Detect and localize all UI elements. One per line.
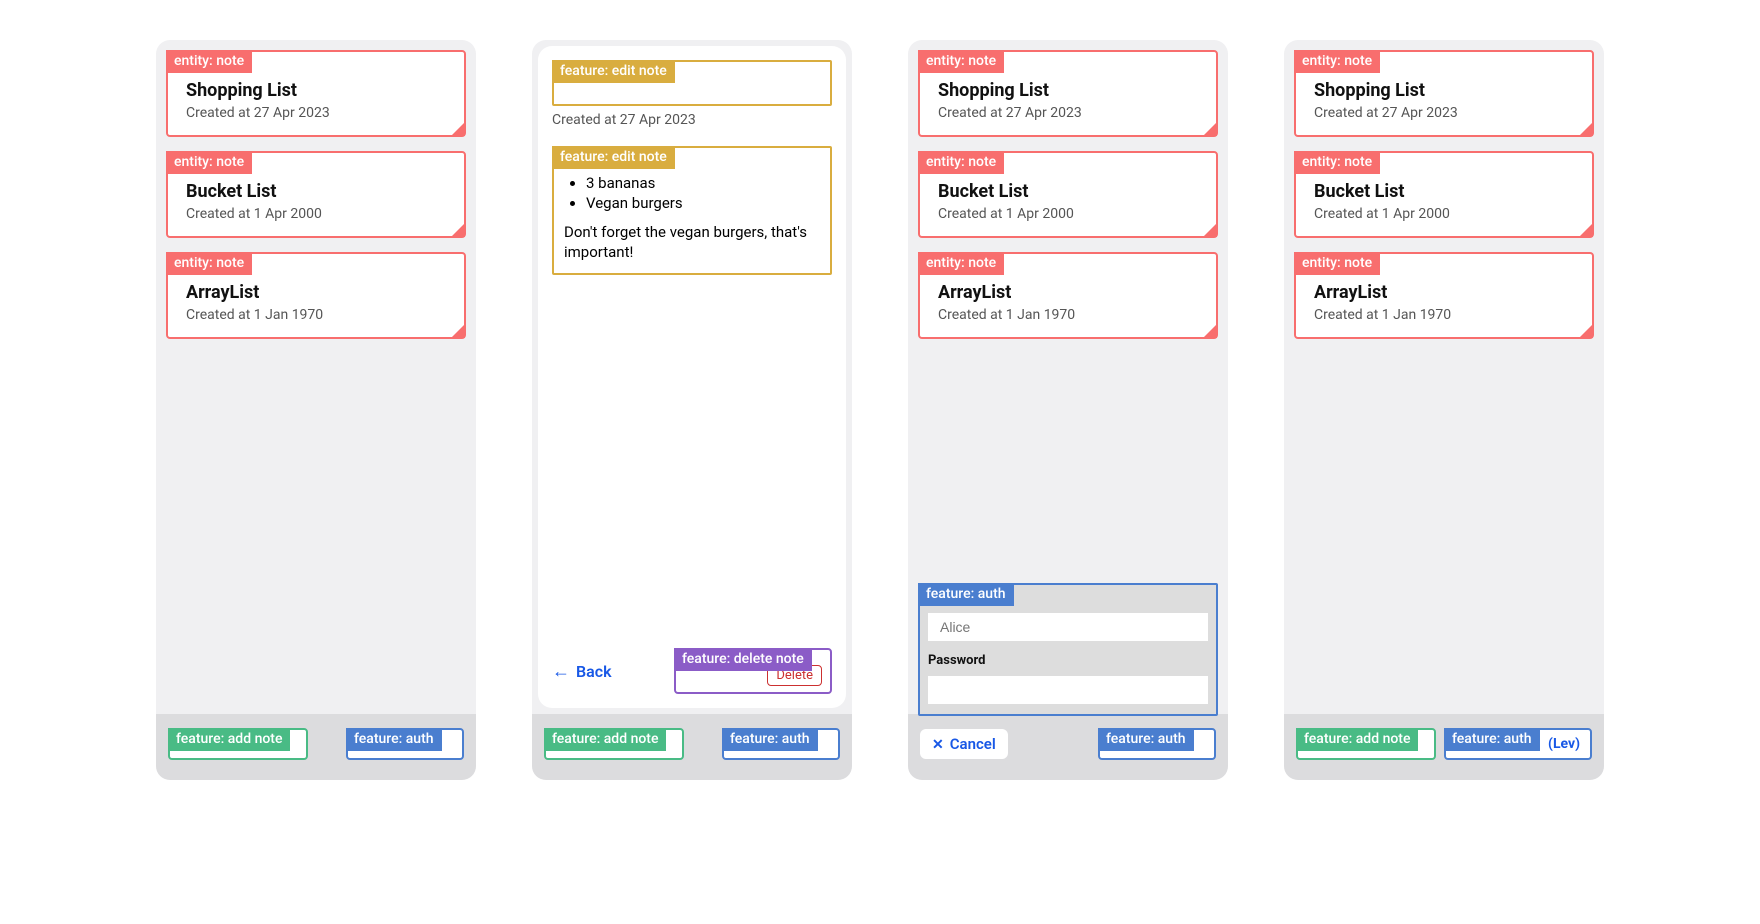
note-card[interactable]: entity: note ArrayList Created at 1 Jan … xyxy=(1294,252,1594,339)
password-input[interactable] xyxy=(928,676,1208,704)
note-title: ArrayList xyxy=(1314,282,1574,303)
feature-auth-tag: feature: auth xyxy=(722,728,818,751)
note-card[interactable]: entity: note ArrayList Created at 1 Jan … xyxy=(918,252,1218,339)
notes-list: entity: note Shopping List Created at 27… xyxy=(1284,40,1604,714)
note-title: Bucket List xyxy=(938,181,1198,202)
note-subtitle: Created at 1 Jan 1970 xyxy=(1314,307,1574,323)
note-subtitle: Created at 1 Apr 2000 xyxy=(938,206,1198,222)
note-subtitle: Created at 1 Jan 1970 xyxy=(938,307,1198,323)
auth-signout-button[interactable]: feature: auth (Lev) xyxy=(1444,728,1592,760)
note-title: Shopping List xyxy=(938,80,1198,101)
feature-add-note-tag: feature: add note xyxy=(1296,728,1418,751)
note-title: ArrayList xyxy=(186,282,446,303)
username-input[interactable] xyxy=(928,613,1208,641)
back-button[interactable]: Back xyxy=(552,661,612,682)
entity-note-tag: entity: note xyxy=(1294,151,1380,174)
entity-note-tag: entity: note xyxy=(166,50,252,73)
entity-note-tag: entity: note xyxy=(166,252,252,275)
screen-notes-list: entity: note Shopping List Created at 27… xyxy=(156,40,476,780)
delete-note-button[interactable]: feature: delete note Delete xyxy=(674,648,832,694)
note-bullets: 3 bananas Vegan burgers xyxy=(586,174,820,212)
add-note-button[interactable]: feature: add note xyxy=(544,728,684,760)
entity-note-tag: entity: note xyxy=(918,151,1004,174)
entity-note-tag: entity: note xyxy=(1294,50,1380,73)
close-icon xyxy=(932,735,944,753)
note-subtitle: Created at 1 Apr 2000 xyxy=(1314,206,1574,222)
signed-in-user: (Lev) xyxy=(1548,736,1580,752)
footer: feature: add note feature: auth (Lev) xyxy=(1284,714,1604,780)
note-subtitle: Created at 27 Apr 2023 xyxy=(938,105,1198,121)
note-title: Shopping List xyxy=(186,80,446,101)
edit-title-area[interactable]: feature: edit note xyxy=(552,60,832,106)
auth-drawer: feature: auth Password xyxy=(918,583,1218,716)
back-label: Back xyxy=(576,662,612,681)
note-body: Don't forget the vegan burgers, that's i… xyxy=(564,222,820,263)
note-title: Bucket List xyxy=(1314,181,1574,202)
feature-edit-note-tag: feature: edit note xyxy=(552,60,675,83)
notes-list: entity: note Shopping List Created at 27… xyxy=(156,40,476,714)
note-card[interactable]: entity: note Shopping List Created at 27… xyxy=(918,50,1218,137)
feature-add-note-tag: feature: add note xyxy=(168,728,290,751)
footer: feature: add note feature: auth xyxy=(156,714,476,780)
note-subtitle: Created at 1 Apr 2000 xyxy=(186,206,446,222)
footer: Cancel feature: auth xyxy=(908,714,1228,780)
screen-signed-in: entity: note Shopping List Created at 27… xyxy=(1284,40,1604,780)
entity-note-tag: entity: note xyxy=(1294,252,1380,275)
footer: feature: add note feature: auth xyxy=(532,714,852,780)
password-label: Password xyxy=(920,645,1216,672)
feature-add-note-tag: feature: add note xyxy=(544,728,666,751)
bullet-item: Vegan burgers xyxy=(586,194,820,212)
created-label: Created at 27 Apr 2023 xyxy=(552,112,832,128)
arrow-left-icon xyxy=(552,661,570,682)
note-card[interactable]: entity: note Bucket List Created at 1 Ap… xyxy=(166,151,466,238)
feature-auth-tag: feature: auth xyxy=(918,583,1014,606)
auth-submit-button[interactable]: feature: auth xyxy=(1098,728,1216,760)
feature-auth-tag: feature: auth xyxy=(1098,728,1194,751)
bullet-item: 3 bananas xyxy=(586,174,820,192)
feature-delete-note-tag: feature: delete note xyxy=(674,648,812,671)
note-card[interactable]: entity: note ArrayList Created at 1 Jan … xyxy=(166,252,466,339)
detail-actions: Back feature: delete note Delete xyxy=(552,638,832,694)
entity-note-tag: entity: note xyxy=(166,151,252,174)
note-card[interactable]: entity: note Bucket List Created at 1 Ap… xyxy=(918,151,1218,238)
note-detail-card: feature: edit note Created at 27 Apr 202… xyxy=(538,46,846,708)
note-title: ArrayList xyxy=(938,282,1198,303)
note-subtitle: Created at 1 Jan 1970 xyxy=(186,307,446,323)
note-title: Bucket List xyxy=(186,181,446,202)
note-card[interactable]: entity: note Shopping List Created at 27… xyxy=(166,50,466,137)
auth-button[interactable]: feature: auth xyxy=(346,728,464,760)
note-subtitle: Created at 27 Apr 2023 xyxy=(1314,105,1574,121)
add-note-button[interactable]: feature: add note xyxy=(168,728,308,760)
feature-auth-tag: feature: auth xyxy=(346,728,442,751)
note-card[interactable]: entity: note Bucket List Created at 1 Ap… xyxy=(1294,151,1594,238)
note-subtitle: Created at 27 Apr 2023 xyxy=(186,105,446,121)
note-card[interactable]: entity: note Shopping List Created at 27… xyxy=(1294,50,1594,137)
auth-button[interactable]: feature: auth xyxy=(722,728,840,760)
add-note-button[interactable]: feature: add note xyxy=(1296,728,1436,760)
cancel-button[interactable]: Cancel xyxy=(920,729,1008,759)
edit-content-area[interactable]: feature: edit note 3 bananas Vegan burge… xyxy=(552,146,832,275)
cancel-label: Cancel xyxy=(950,735,996,753)
screen-note-detail: feature: edit note Created at 27 Apr 202… xyxy=(532,40,852,780)
feature-edit-note-tag: feature: edit note xyxy=(552,146,675,169)
screen-auth-drawer: entity: note Shopping List Created at 27… xyxy=(908,40,1228,780)
note-title: Shopping List xyxy=(1314,80,1574,101)
feature-auth-tag: feature: auth xyxy=(1444,728,1540,751)
entity-note-tag: entity: note xyxy=(918,50,1004,73)
entity-note-tag: entity: note xyxy=(918,252,1004,275)
